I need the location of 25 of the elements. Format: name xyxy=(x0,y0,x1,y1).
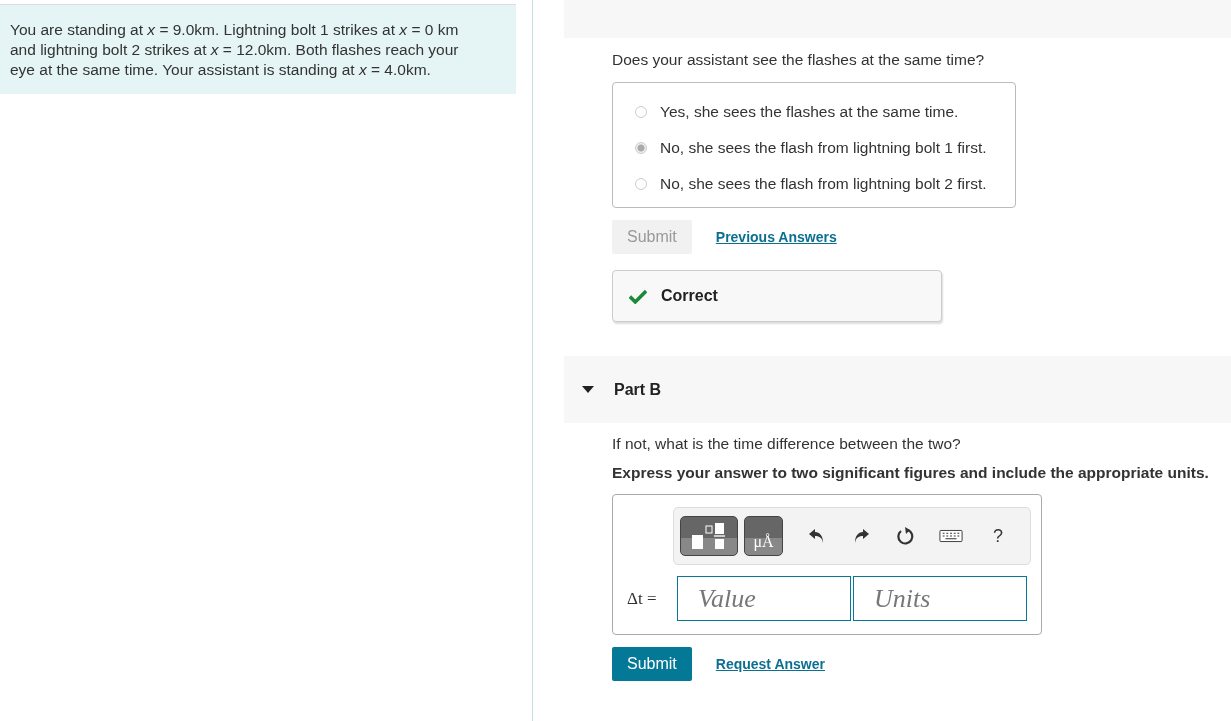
question-text: Does your assistant see the flashes at the same time? xyxy=(612,51,986,69)
instruction-text: Express your answer to two significant figures and include the appropriate units. xyxy=(612,464,1210,482)
part-title: Part B xyxy=(614,380,662,399)
help-button[interactable]: ? xyxy=(987,524,1009,548)
units-field[interactable]: Units xyxy=(853,576,1027,621)
previous-answers-link[interactable]: Previous Answers xyxy=(715,229,837,245)
radio-icon[interactable] xyxy=(635,142,647,154)
reset-icon[interactable] xyxy=(895,526,915,546)
feedback-text: Correct xyxy=(661,287,718,305)
question-text: If not, what is the time difference between the two? xyxy=(612,435,962,453)
variable-label: Δt = xyxy=(626,588,658,609)
radio-option[interactable]: No, she sees the flash from lightning bolt 1 first. xyxy=(635,139,1015,157)
request-answer-link[interactable]: Request Answer xyxy=(715,656,825,672)
radio-option[interactable]: No, she sees the flash from lightning bolt 2 first. xyxy=(635,175,1015,193)
radio-option[interactable]: Yes, she sees the flashes at the same time. xyxy=(635,103,1015,121)
collapse-icon[interactable] xyxy=(582,385,594,394)
checkmark-icon xyxy=(629,288,647,304)
radio-icon[interactable] xyxy=(635,106,647,118)
problem-statement: You are standing at x = 9.0km. Lightning bolt 1 strikes at x = 0 km and lightning bolt 2 strikes at x = 12.0km. Both flashes reach your eye at the same time. Your assistant is standing at x = 4.0km. xyxy=(0,4,516,94)
value-field[interactable]: Value xyxy=(677,576,851,621)
units-button[interactable]: μÅ xyxy=(744,516,783,556)
keyboard-icon[interactable] xyxy=(939,529,963,543)
template-button[interactable] xyxy=(680,516,738,556)
submit-button[interactable]: Submit xyxy=(612,647,692,681)
radio-icon[interactable] xyxy=(635,178,647,190)
